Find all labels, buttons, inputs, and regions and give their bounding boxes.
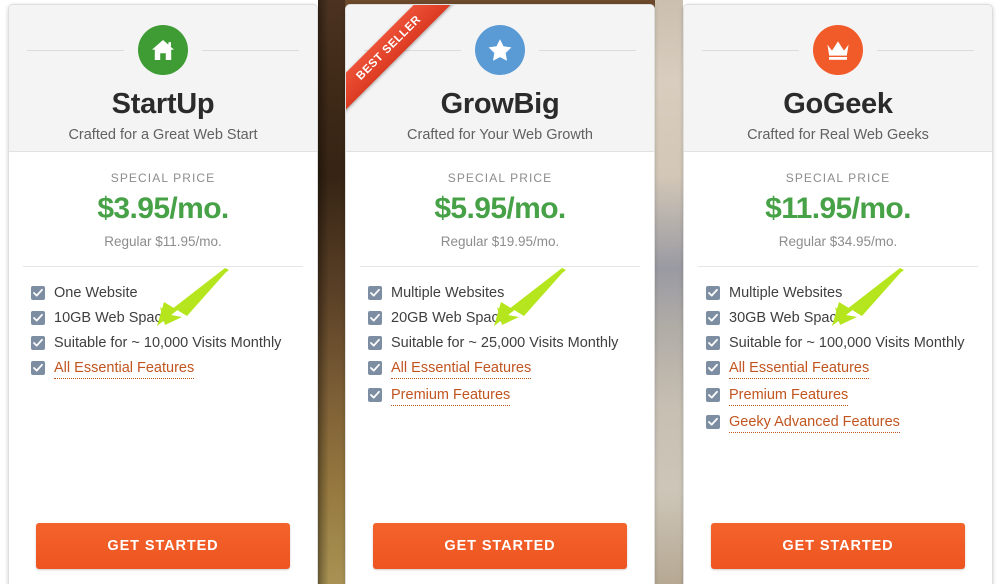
card-header: StartUp Crafted for a Great Web Start	[9, 5, 317, 152]
card-header: BEST SELLER GrowBig Crafted for Your Web G…	[346, 5, 654, 152]
plan-tagline: Crafted for Your Web Growth	[407, 126, 593, 143]
price-amount: $3.95/mo.	[97, 192, 229, 225]
feature-label: One Website	[54, 285, 138, 301]
feature-link[interactable]: Premium Features	[391, 386, 511, 406]
header-rule-right	[539, 49, 636, 51]
feature-item: Suitable for ~ 25,000 Visits Monthly	[368, 334, 632, 352]
regular-price: Regular $19.95/mo.	[440, 234, 560, 249]
card-header: GoGeek Crafted for Real Web Geeks	[684, 5, 992, 152]
special-price-label: SPECIAL PRICE	[447, 171, 553, 185]
star-icon	[475, 25, 525, 75]
checkmark-icon	[31, 311, 45, 325]
checkmark-icon	[31, 336, 45, 350]
feature-item: One Website	[31, 284, 295, 302]
feature-item: Suitable for ~ 10,000 Visits Monthly	[31, 334, 295, 352]
cta-container: GET STARTED	[684, 523, 992, 569]
get-started-button[interactable]: GET STARTED	[711, 523, 965, 569]
checkmark-icon	[706, 311, 720, 325]
feature-link[interactable]: All Essential Features	[729, 359, 870, 379]
feature-link[interactable]: Geeky Advanced Features	[729, 413, 900, 433]
checkmark-icon	[368, 311, 382, 325]
price-block: SPECIAL PRICE $5.95/mo. Regular $19.95/mo.	[360, 152, 640, 267]
price-block: SPECIAL PRICE $11.95/mo. Regular $34.95/mo…	[698, 152, 978, 267]
feature-list: One Website 10GB Web Space Suitable for ~ …	[9, 267, 317, 379]
feature-link[interactable]: All Essential Features	[391, 359, 532, 379]
special-price-label: SPECIAL PRICE	[785, 171, 891, 185]
feature-item[interactable]: All Essential Features	[31, 359, 295, 379]
header-rule-left	[27, 49, 124, 51]
feature-item[interactable]: Premium Features	[368, 386, 632, 406]
header-rule-left	[702, 49, 799, 51]
pricing-table: StartUp Crafted for a Great Web Start SPEC…	[0, 0, 1000, 584]
checkmark-icon	[368, 336, 382, 350]
checkmark-icon	[706, 388, 720, 402]
checkmark-icon	[706, 286, 720, 300]
plan-icon-row	[9, 24, 317, 76]
checkmark-icon	[368, 361, 382, 375]
plan-name: StartUp	[111, 88, 215, 120]
plan-tagline: Crafted for Real Web Geeks	[747, 126, 929, 143]
price-block: SPECIAL PRICE $3.95/mo. Regular $11.95/mo.	[23, 152, 303, 267]
price-amount: $11.95/mo.	[765, 192, 911, 225]
feature-item[interactable]: Geeky Advanced Features	[706, 413, 970, 433]
header-rule-right	[877, 49, 974, 51]
feature-item: 10GB Web Space	[31, 309, 295, 327]
feature-item: Multiple Websites	[368, 284, 632, 302]
feature-link[interactable]: Premium Features	[729, 386, 849, 406]
feature-item: 30GB Web Space	[706, 309, 970, 327]
feature-label: Suitable for ~ 10,000 Visits Monthly	[54, 335, 282, 351]
feature-list: Multiple Websites 20GB Web Space Suitable …	[346, 267, 654, 406]
feature-item: Multiple Websites	[706, 284, 970, 302]
checkmark-icon	[31, 361, 45, 375]
feature-list: Multiple Websites 30GB Web Space Suitable …	[684, 267, 992, 433]
cta-container: GET STARTED	[346, 523, 654, 569]
feature-label: Suitable for ~ 100,000 Visits Monthly	[729, 335, 965, 351]
plan-name: GrowBig	[440, 88, 560, 120]
checkmark-icon	[368, 388, 382, 402]
feature-label: 10GB Web Space	[54, 310, 170, 326]
house-icon	[138, 25, 188, 75]
regular-price: Regular $11.95/mo.	[104, 234, 222, 249]
feature-item[interactable]: All Essential Features	[706, 359, 970, 379]
checkmark-icon	[706, 415, 720, 429]
price-amount: $5.95/mo.	[434, 192, 566, 225]
feature-item: 20GB Web Space	[368, 309, 632, 327]
plan-icon-row	[684, 24, 992, 76]
feature-label: Multiple Websites	[391, 285, 505, 301]
feature-label: 30GB Web Space	[729, 310, 845, 326]
cta-container: GET STARTED	[9, 523, 317, 569]
feature-item[interactable]: All Essential Features	[368, 359, 632, 379]
crown-icon	[813, 25, 863, 75]
special-price-label: SPECIAL PRICE	[110, 171, 216, 185]
plan-tagline: Crafted for a Great Web Start	[68, 126, 258, 143]
get-started-button[interactable]: GET STARTED	[373, 523, 627, 569]
pricing-card-gogeek: GoGeek Crafted for Real Web Geeks SPECIAL …	[683, 4, 993, 584]
header-rule-right	[202, 49, 299, 51]
feature-item: Suitable for ~ 100,000 Visits Monthly	[706, 334, 970, 352]
checkmark-icon	[31, 286, 45, 300]
feature-label: Suitable for ~ 25,000 Visits Monthly	[391, 335, 619, 351]
feature-label: 20GB Web Space	[391, 310, 507, 326]
feature-link[interactable]: All Essential Features	[54, 359, 195, 379]
feature-item[interactable]: Premium Features	[706, 386, 970, 406]
get-started-button[interactable]: GET STARTED	[36, 523, 290, 569]
regular-price: Regular $34.95/mo.	[778, 234, 898, 249]
checkmark-icon	[706, 361, 720, 375]
feature-label: Multiple Websites	[729, 285, 843, 301]
pricing-card-growbig: BEST SELLER GrowBig Crafted for Your Web G…	[345, 4, 655, 584]
pricing-card-startup: StartUp Crafted for a Great Web Start SPEC…	[8, 4, 318, 584]
checkmark-icon	[706, 336, 720, 350]
checkmark-icon	[368, 286, 382, 300]
plan-name: GoGeek	[783, 88, 893, 120]
